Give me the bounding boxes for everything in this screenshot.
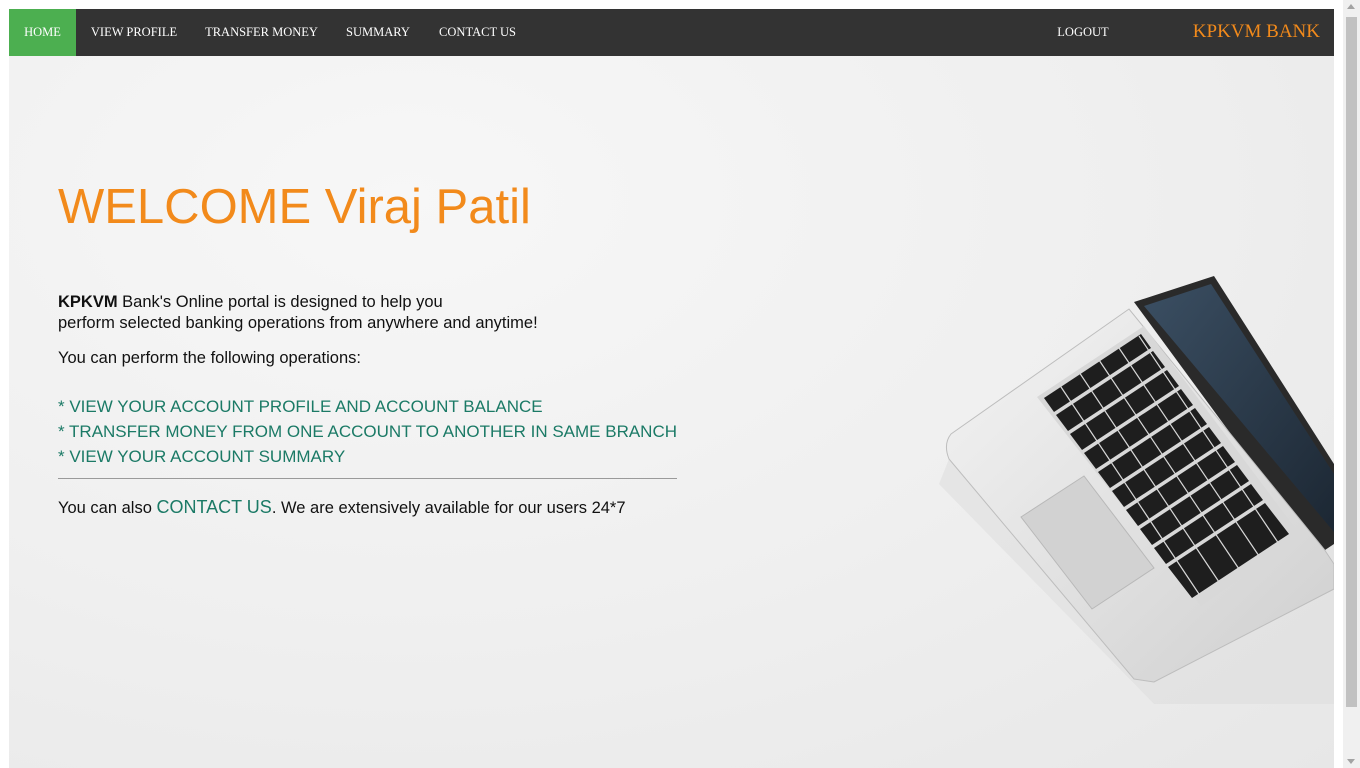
scroll-up-icon[interactable]	[1347, 4, 1355, 9]
scroll-thumb[interactable]	[1346, 17, 1357, 707]
link-account-summary[interactable]: * VIEW YOUR ACCOUNT SUMMARY	[58, 447, 345, 467]
contact-line: You can also CONTACT US. We are extensiv…	[58, 497, 626, 518]
nav-logout[interactable]: LOGOUT	[1044, 9, 1122, 56]
link-transfer-money[interactable]: * TRANSFER MONEY FROM ONE ACCOUNT TO ANO…	[58, 422, 677, 442]
intro-line-2: perform selected banking operations from…	[58, 314, 538, 332]
scroll-down-icon[interactable]	[1347, 759, 1355, 764]
nav-home[interactable]: HOME	[9, 9, 76, 56]
contact-us-link[interactable]: CONTACT US	[156, 497, 271, 517]
top-navbar: HOME VIEW PROFILE TRANSFER MONEY SUMMARY…	[9, 9, 1334, 56]
welcome-heading: WELCOME Viraj Patil	[58, 180, 531, 234]
contact-suffix: . We are extensively available for our u…	[271, 499, 626, 517]
intro-bank-name: KPKVM	[58, 293, 118, 311]
brand-logo: KPKVM BANK	[1192, 21, 1320, 42]
page: HOME VIEW PROFILE TRANSFER MONEY SUMMARY…	[9, 9, 1334, 768]
vertical-scrollbar[interactable]	[1343, 0, 1360, 768]
nav-view-profile[interactable]: VIEW PROFILE	[76, 9, 192, 56]
contact-prefix: You can also	[58, 499, 157, 517]
nav-contact-us[interactable]: CONTACT US	[425, 9, 530, 56]
intro-text: KPKVM Bank's Online portal is designed t…	[58, 292, 538, 334]
nav-summary[interactable]: SUMMARY	[331, 9, 425, 56]
nav-transfer-money[interactable]: TRANSFER MONEY	[192, 9, 331, 56]
operations-intro: You can perform the following operations…	[58, 349, 361, 367]
laptop-icon	[939, 276, 1334, 704]
link-view-profile-balance[interactable]: * VIEW YOUR ACCOUNT PROFILE AND ACCOUNT …	[58, 397, 543, 417]
intro-line-1: Bank's Online portal is designed to help…	[117, 293, 443, 311]
divider	[58, 478, 677, 479]
hero-section: WELCOME Viraj Patil KPKVM Bank's Online …	[9, 56, 1334, 768]
